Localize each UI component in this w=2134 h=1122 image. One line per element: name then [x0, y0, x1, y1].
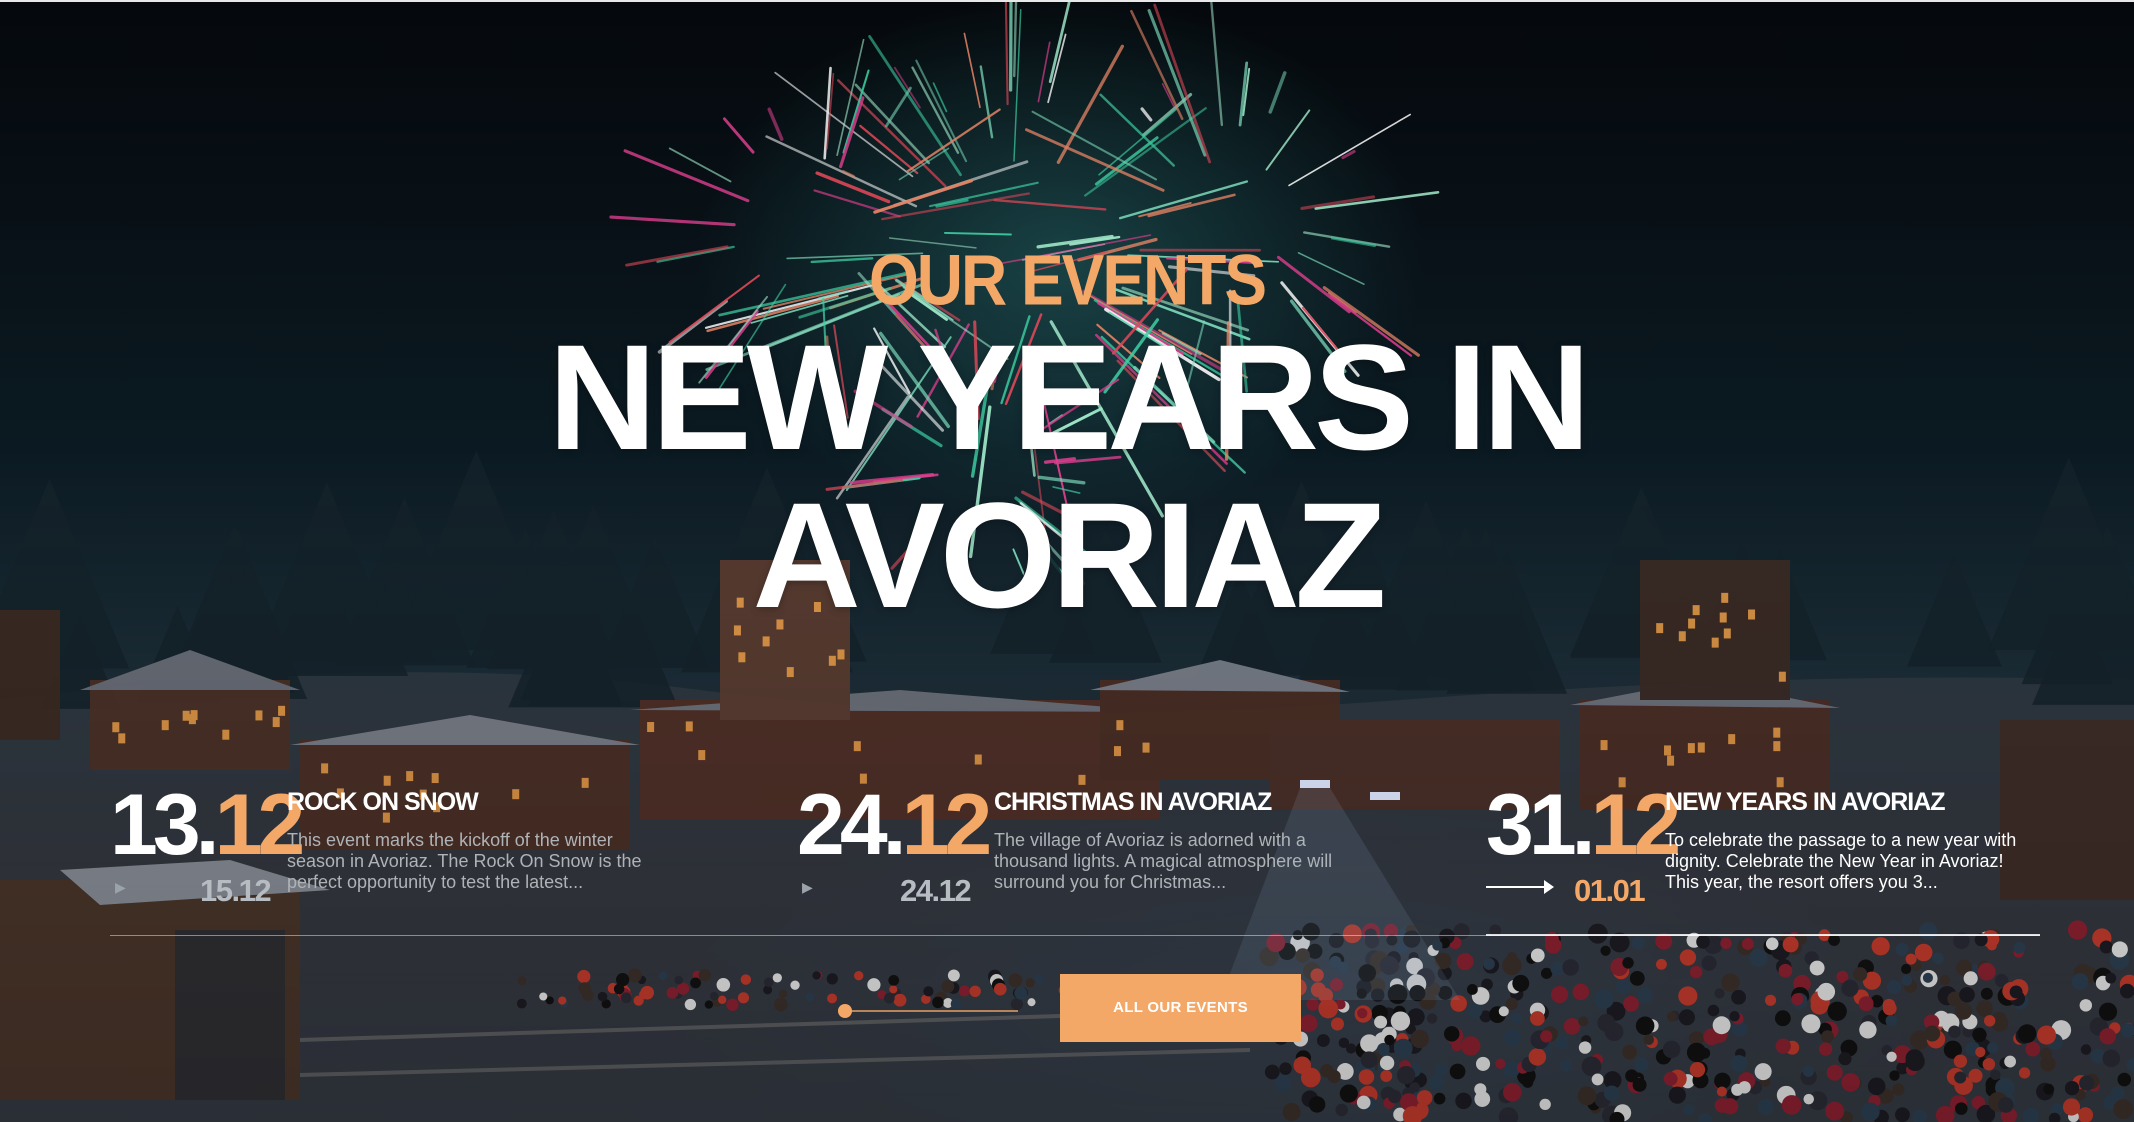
section-kicker: OUR EVENTS: [868, 239, 1267, 321]
event-end-date: 15.12: [200, 873, 272, 908]
arrow-right-icon: [1486, 880, 1554, 894]
event-title[interactable]: NEW YEARS IN AVORIAZ: [1665, 788, 1946, 817]
active-event-indicator: [1486, 934, 2040, 936]
page-title: NEW YEARS IN AVORIAZ: [0, 318, 2134, 634]
play-icon: ▶: [802, 879, 813, 895]
slider-track[interactable]: [846, 1010, 1018, 1012]
events-hero: OUR EVENTS NEW YEARS IN AVORIAZ 13.12 ▶ …: [0, 0, 2134, 1122]
event-card-christmas[interactable]: 24.12 ▶ 24.12 CHRISTMAS IN AVORIAZ The v…: [797, 780, 1357, 910]
page-title-line-2: AVORIAZ: [752, 471, 1387, 639]
event-month: 12: [901, 777, 993, 873]
event-end-date: 01.01: [1574, 873, 1646, 908]
event-description: The village of Avoriaz is adorned with a…: [994, 830, 1333, 892]
play-icon: ▶: [115, 879, 126, 895]
event-day: 24.: [797, 777, 907, 873]
top-border: [0, 0, 2134, 2]
event-date: 31.12: [1486, 777, 1682, 873]
event-day: 13.: [110, 777, 220, 873]
event-date: 13.12: [110, 777, 305, 873]
event-month: 12: [1590, 777, 1682, 873]
event-card-rock-on-snow[interactable]: 13.12 ▶ 15.12 ROCK ON SNOW This event ma…: [110, 780, 670, 910]
event-date: 24.12: [797, 777, 993, 873]
event-description: This event marks the kickoff of the wint…: [287, 830, 642, 892]
event-day: 31.: [1486, 777, 1596, 873]
all-events-button[interactable]: ALL OUR EVENTS: [1060, 974, 1301, 1042]
slider-thumb[interactable]: [838, 1004, 852, 1018]
event-title[interactable]: ROCK ON SNOW: [287, 788, 479, 817]
event-end-date: 24.12: [900, 873, 972, 908]
event-card-new-years[interactable]: 31.12 01.01 NEW YEARS IN AVORIAZ To cele…: [1486, 780, 2046, 910]
event-title[interactable]: CHRISTMAS IN AVORIAZ: [994, 788, 1272, 817]
page-title-line-1: NEW YEARS IN: [548, 313, 1590, 481]
event-description: To celebrate the passage to a new year w…: [1665, 830, 2017, 892]
